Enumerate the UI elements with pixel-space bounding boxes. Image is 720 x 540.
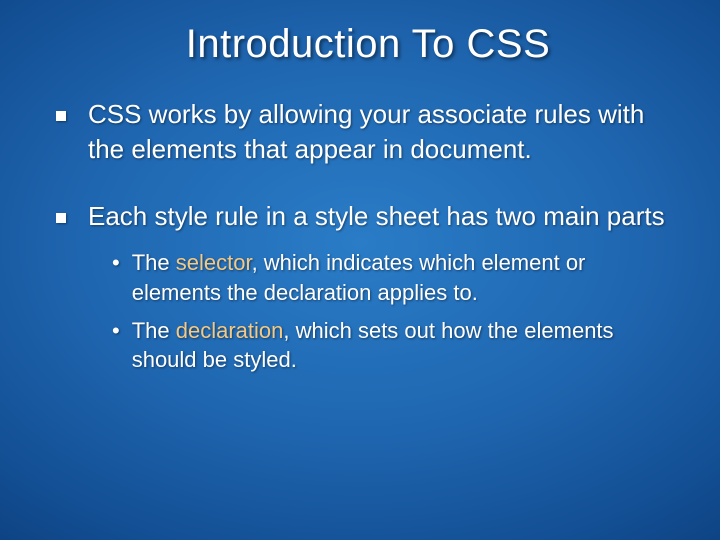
square-bullet-icon [56,111,66,121]
slide-body: CSS works by allowing your associate rul… [56,97,680,375]
highlight-term: declaration [176,318,284,343]
slide-title: Introduction To CSS [56,22,680,67]
slide: Introduction To CSS CSS works by allowin… [0,0,720,540]
bullet-level2: • The declaration, which sets out how th… [112,316,680,375]
sub-list: • The selector, which indicates which el… [112,248,680,375]
text-fragment: The [132,318,176,343]
highlight-term: selector [176,250,252,275]
square-bullet-icon [56,213,66,223]
bullet-level1: Each style rule in a style sheet has two… [56,199,680,234]
text-fragment: The [132,250,176,275]
round-bullet-icon: • [112,248,120,278]
sub-bullet-text: The declaration, which sets out how the … [132,316,680,375]
sub-bullet-text: The selector, which indicates which elem… [132,248,680,307]
bullet-level2: • The selector, which indicates which el… [112,248,680,307]
bullet-text: Each style rule in a style sheet has two… [88,199,680,234]
round-bullet-icon: • [112,316,120,346]
bullet-text: CSS works by allowing your associate rul… [88,97,680,167]
bullet-level1: CSS works by allowing your associate rul… [56,97,680,167]
